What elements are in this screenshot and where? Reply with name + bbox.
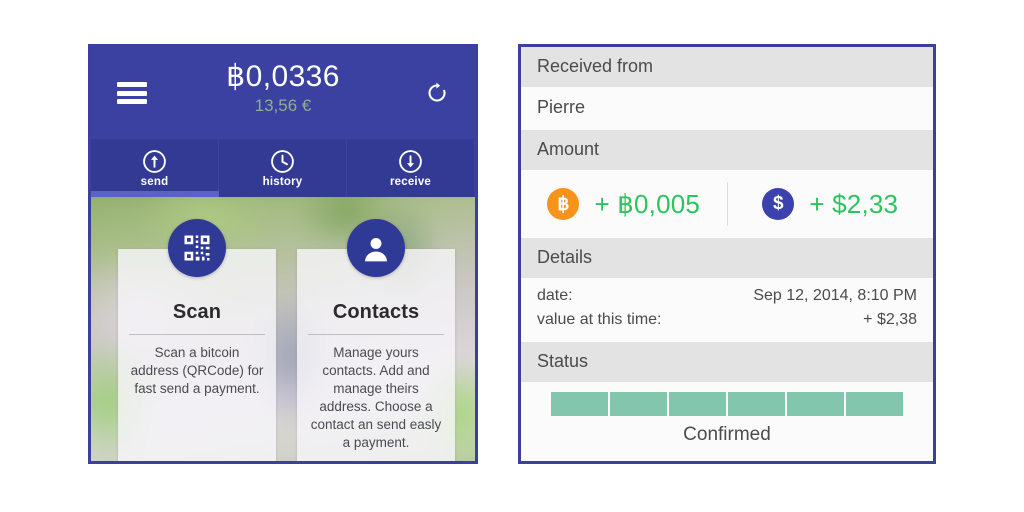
tab-history[interactable]: history bbox=[219, 139, 347, 197]
balance-fiat: 13,56 € bbox=[254, 96, 312, 115]
wallet-app-panel: ฿0,0336 13,56 € send history receive Sca… bbox=[88, 44, 478, 464]
card-divider bbox=[129, 334, 265, 335]
wallet-body: Scan Scan a bitcoin address (QRCode) for… bbox=[91, 197, 475, 461]
tab-receive[interactable]: receive bbox=[347, 139, 475, 197]
progress-segment bbox=[787, 392, 844, 416]
amount-row: ฿ + ฿0,005 $ + $2,33 bbox=[521, 170, 933, 238]
progress-segment bbox=[846, 392, 903, 416]
card-divider bbox=[308, 334, 444, 335]
transaction-detail-panel: Received from Pierre Amount ฿ + ฿0,005 $… bbox=[518, 44, 936, 464]
detail-row-date: date: Sep 12, 2014, 8:10 PM bbox=[537, 284, 917, 308]
details-body: date: Sep 12, 2014, 8:10 PM value at thi… bbox=[521, 278, 933, 342]
progress-segment bbox=[610, 392, 667, 416]
status-value: Confirmed bbox=[683, 424, 771, 445]
amount-usd-cell: $ + $2,33 bbox=[728, 170, 934, 238]
details-header: Details bbox=[521, 238, 933, 278]
card-contacts-title: Contacts bbox=[332, 301, 420, 323]
progress-segment bbox=[669, 392, 726, 416]
dollar-coin-icon: $ bbox=[762, 188, 795, 220]
progress-segment bbox=[551, 392, 608, 416]
arrow-up-circle-icon bbox=[142, 149, 167, 174]
refresh-icon[interactable] bbox=[425, 81, 449, 105]
amount-usd-value: + $2,33 bbox=[809, 188, 899, 219]
detail-row-value-at-time: value at this time: + $2,38 bbox=[537, 308, 917, 332]
amount-btc-value: + ฿0,005 bbox=[594, 188, 701, 219]
detail-key-value-at-time: value at this time: bbox=[537, 311, 662, 328]
person-icon bbox=[347, 219, 405, 277]
detail-value-date: Sep 12, 2014, 8:10 PM bbox=[753, 287, 917, 304]
balance-block: ฿0,0336 13,56 € bbox=[91, 59, 475, 118]
progress-segment bbox=[728, 392, 785, 416]
balance-btc: ฿0,0336 bbox=[226, 60, 340, 93]
tab-history-label: history bbox=[262, 175, 303, 188]
status-header: Status bbox=[521, 342, 933, 382]
detail-key-date: date: bbox=[537, 287, 573, 304]
tab-send-label: send bbox=[140, 175, 169, 188]
tab-receive-label: receive bbox=[389, 175, 432, 188]
clock-circle-icon bbox=[270, 149, 295, 174]
card-scan-title: Scan bbox=[172, 301, 222, 323]
detail-value-value-at-time: + $2,38 bbox=[863, 311, 917, 328]
sender-name: Pierre bbox=[521, 87, 933, 130]
confirmation-progress-bar bbox=[551, 392, 903, 416]
card-scan-description: Scan a bitcoin address (QRCode) for fast… bbox=[130, 345, 264, 396]
wallet-tab-bar: send history receive bbox=[91, 139, 475, 197]
wallet-header: ฿0,0336 13,56 € bbox=[91, 47, 475, 139]
amount-header: Amount bbox=[521, 130, 933, 170]
card-scan[interactable]: Scan Scan a bitcoin address (QRCode) for… bbox=[118, 219, 276, 461]
arrow-down-circle-icon bbox=[398, 149, 423, 174]
card-contacts[interactable]: Contacts Manage yours contacts. Add and … bbox=[297, 219, 455, 461]
status-body: Confirmed bbox=[521, 382, 933, 461]
card-contacts-description: Manage yours contacts. Add and manage th… bbox=[310, 345, 442, 450]
qr-code-icon bbox=[168, 219, 226, 277]
received-from-header: Received from bbox=[521, 47, 933, 87]
amount-btc-cell: ฿ + ฿0,005 bbox=[521, 170, 727, 238]
bitcoin-coin-icon: ฿ bbox=[547, 188, 580, 220]
tab-send[interactable]: send bbox=[91, 139, 219, 197]
